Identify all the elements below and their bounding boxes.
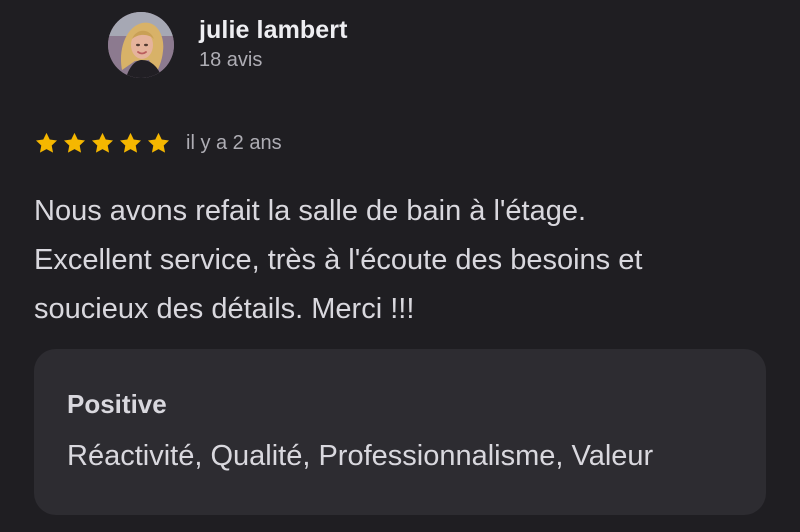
attribute-sentiment-title: Positive: [67, 389, 167, 419]
filled-star-icon: [35, 132, 58, 153]
filled-star-icon: [63, 132, 86, 153]
filled-star-icon: [91, 132, 114, 153]
filled-star-icon: [119, 132, 142, 153]
review-text-line: soucieux des détails. Merci !!!: [34, 293, 415, 325]
review-text-line: Nous avons refait la salle de bain à l'é…: [34, 195, 587, 227]
reviewer-info: julie lambert 18 avis: [199, 14, 348, 74]
reviewer-name[interactable]: julie lambert: [199, 14, 348, 46]
reviewer-avatar[interactable]: [108, 12, 174, 78]
avatar-image: [108, 12, 174, 78]
filled-star-icon: [147, 132, 170, 153]
attribute-values: Réactivité, Qualité, Professionnalisme, …: [67, 440, 654, 472]
review-text-line: Excellent service, très à l'écoute des b…: [34, 244, 643, 276]
review-text: Nous avons refait la salle de bain à l'é…: [34, 187, 764, 334]
review-screen: julie lambert 18 avis il y a 2 ans Nous …: [0, 0, 800, 532]
review-attributes-card: Positive Réactivité, Qualité, Profession…: [34, 349, 766, 515]
star-rating: [34, 131, 174, 156]
review-date: il y a 2 ans: [186, 131, 282, 154]
reviewer-review-count: 18 avis: [199, 49, 263, 71]
reviewer-header[interactable]: julie lambert 18 avis: [108, 12, 348, 78]
rating-row: il y a 2 ans: [34, 128, 282, 158]
